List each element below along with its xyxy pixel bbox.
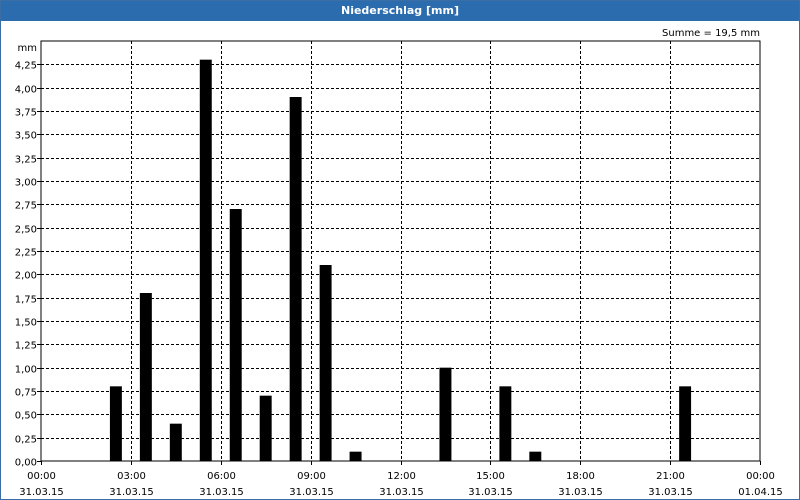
y-tick-label: 4,25 [15, 61, 37, 72]
precipitation-bar [139, 293, 152, 461]
y-tick-label: 1,00 [15, 365, 37, 376]
x-tick-date: 01.04.15 [738, 487, 783, 498]
y-tick-label: 0,25 [15, 435, 37, 446]
precipitation-chart: 0,00 0,25 0,50 0,75 1,00 1,25 1,50 1,75 2,00 2,25… [15, 28, 783, 498]
precipitation-bar [349, 451, 362, 461]
y-tick-label: 1,25 [15, 341, 37, 352]
precipitation-bar [439, 367, 452, 461]
x-tick-date: 31.03.15 [558, 487, 603, 498]
y-tick-label: 2,25 [15, 248, 37, 259]
sum-label: Summe = 19,5 mm [662, 28, 760, 39]
y-tick-label: 3,75 [15, 108, 37, 119]
x-tick-date: 31.03.15 [109, 487, 154, 498]
precipitation-bar [169, 423, 182, 461]
y-tick-label: 0,00 [15, 458, 37, 469]
precipitation-bar [199, 59, 212, 462]
precipitation-bar [319, 265, 332, 461]
y-tick-label: 1,50 [15, 318, 37, 329]
y-tick-label: 2,50 [15, 225, 37, 236]
x-tick-time: 15:00 [476, 471, 505, 482]
y-tick-label: 4,00 [15, 85, 37, 96]
y-tick-label: 3,00 [15, 178, 37, 189]
y-tick-label: 2,00 [15, 271, 37, 282]
y-tick-label: 2,75 [15, 201, 37, 212]
precipitation-bar [529, 451, 542, 461]
x-tick-time: 12:00 [387, 471, 416, 482]
x-tick-time: 06:00 [207, 471, 236, 482]
x-tick-time: 21:00 [656, 471, 685, 482]
precipitation-bar [109, 386, 122, 461]
y-axis-label: mm [18, 43, 37, 54]
precipitation-bar [289, 97, 302, 461]
y-tick-label: 3,50 [15, 131, 37, 142]
y-tick-label: 1,75 [15, 295, 37, 306]
y-tick-label: 3,25 [15, 155, 37, 166]
x-tick-date: 31.03.15 [199, 487, 244, 498]
y-tick-label: 0,75 [15, 388, 37, 399]
x-tick-date: 31.03.15 [379, 487, 424, 498]
precipitation-bar [679, 386, 692, 461]
x-tick-date: 31.03.15 [19, 487, 64, 498]
precipitation-bar [259, 395, 272, 461]
y-tick-label: 0,50 [15, 411, 37, 422]
x-tick-date: 31.03.15 [468, 487, 513, 498]
precipitation-bar [229, 209, 242, 461]
precipitation-bar [499, 386, 512, 461]
x-tick-time: 00:00 [746, 471, 775, 482]
x-tick-time: 09:00 [297, 471, 326, 482]
x-tick-date: 31.03.15 [289, 487, 334, 498]
x-tick-time: 03:00 [117, 471, 146, 482]
x-tick-date: 31.03.15 [648, 487, 693, 498]
x-tick-time: 00:00 [27, 471, 56, 482]
x-tick-time: 18:00 [566, 471, 595, 482]
